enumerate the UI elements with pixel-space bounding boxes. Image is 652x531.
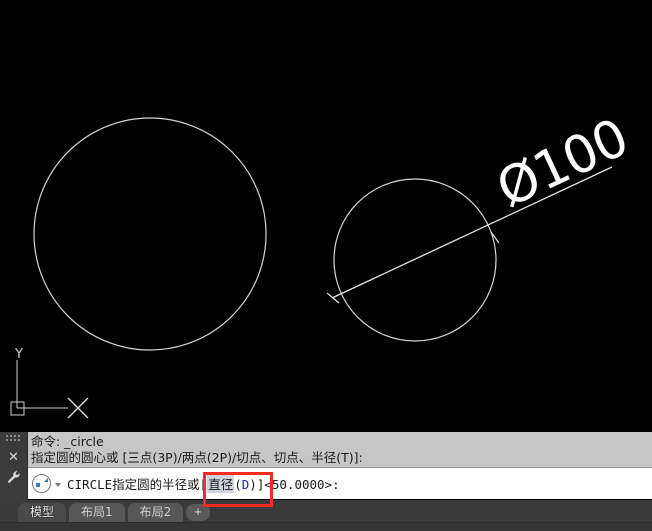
option-paren-close: )	[249, 477, 257, 492]
layout-tab-bar[interactable]: 模型 布局1 布局2 +	[0, 500, 652, 522]
prompt-command-name: CIRCLE	[67, 477, 113, 492]
large-circle[interactable]	[33, 117, 267, 351]
command-history-line: 命令: _circle	[31, 434, 104, 449]
option-paren-open: (	[234, 477, 242, 492]
command-window-body[interactable]: 命令: _circle 指定圆的圆心或 [三点(3P)/两点(2P)/切点、切点…	[28, 432, 652, 500]
command-prompt-text[interactable]: CIRCLE 指定圆的半径或 [直径(D)] <50.0000>:	[67, 474, 340, 493]
tab-layout2[interactable]: 布局2	[127, 503, 184, 522]
drawing-viewport[interactable]: Ø100 Y	[0, 0, 652, 432]
drag-grip-icon[interactable]	[6, 435, 21, 443]
crosshair-x-marker	[67, 397, 89, 419]
tab-layout1[interactable]: 布局1	[69, 503, 125, 522]
ucs-y-label: Y	[14, 347, 23, 362]
command-input-row[interactable]: CIRCLE 指定圆的半径或 [直径(D)] <50.0000>:	[28, 468, 652, 499]
drawing-canvas[interactable]: Ø100 Y	[0, 0, 652, 432]
tab-model[interactable]: 模型	[18, 503, 67, 522]
option-key-d[interactable]: D	[242, 477, 250, 492]
small-circle[interactable]	[333, 178, 497, 342]
command-window[interactable]: ✕ 命令: _circle 指定圆的圆心或 [三点(3P)/两点(2P)/切点、…	[0, 432, 652, 500]
chevron-down-icon[interactable]	[55, 482, 61, 487]
ucs-icon: Y	[10, 347, 68, 416]
option-bracket-close: ]	[256, 477, 265, 492]
add-layout-button[interactable]: +	[186, 504, 210, 521]
option-label-diameter[interactable]: 直径	[207, 474, 235, 493]
circle-command-icon[interactable]	[32, 474, 51, 493]
option-bracket-open: [	[199, 477, 208, 492]
prompt-question: 指定圆的半径或	[112, 477, 200, 492]
command-history-pane[interactable]: 命令: _circle 指定圆的圆心或 [三点(3P)/两点(2P)/切点、切点…	[28, 432, 652, 468]
wrench-icon[interactable]	[7, 470, 21, 484]
dimension-text-diameter[interactable]: Ø100	[488, 108, 637, 220]
default-value-text: <50.0000>:	[264, 477, 340, 492]
leader-start-tick	[326, 292, 340, 304]
command-window-sidebar[interactable]: ✕	[0, 432, 28, 500]
command-history-line: 指定圆的圆心或 [三点(3P)/两点(2P)/切点、切点、半径(T)]:	[31, 450, 363, 465]
close-icon[interactable]: ✕	[8, 450, 19, 463]
